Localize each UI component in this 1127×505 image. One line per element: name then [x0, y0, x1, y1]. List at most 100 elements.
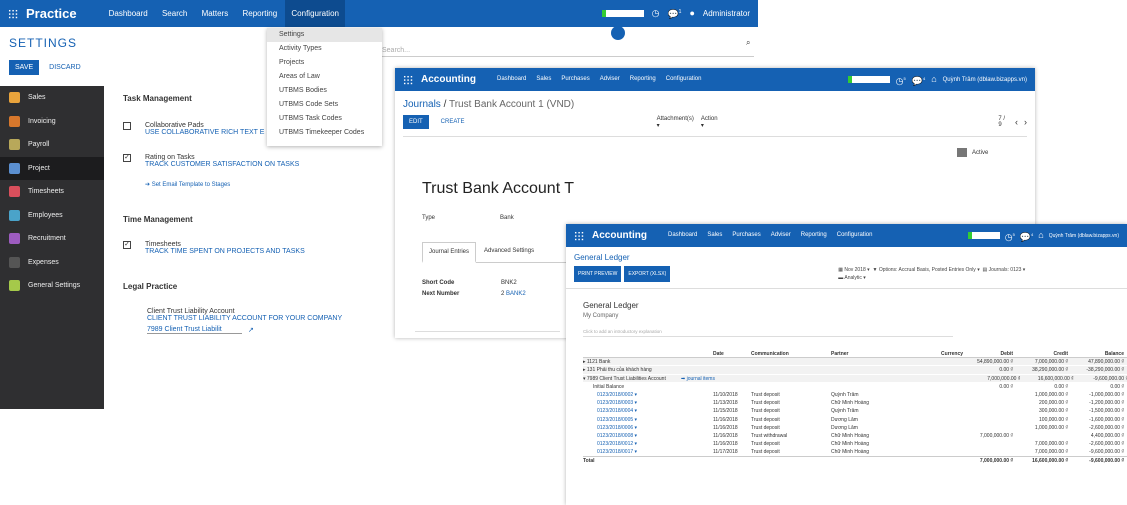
chat-icon[interactable]: 💬4	[1020, 230, 1033, 242]
tab-journal-entries[interactable]: Journal Entries	[422, 242, 477, 263]
chat-icon[interactable]: 💬4	[912, 74, 925, 86]
table-row[interactable]: 0123/2018/0002 ▾ 11/10/2018 Trust deposit Q…	[583, 391, 1127, 399]
menu-item-utbms-timekeeper-codes[interactable]: UTBMS Timekeeper Codes	[267, 126, 382, 140]
nav-matters[interactable]: Matters	[196, 0, 235, 27]
email-template-link[interactable]: ➔ Set Email Template to Stages	[145, 181, 299, 188]
menu-item-activity-types[interactable]: Activity Types	[267, 42, 382, 56]
table-cell: 7,000,000.00 ₫	[987, 375, 1021, 382]
chat-icon[interactable]: 💬1	[667, 8, 681, 19]
edit-button[interactable]: EDIT	[403, 115, 429, 129]
nav-purchases[interactable]: Purchases	[556, 68, 594, 91]
menu-item-areas-of-law[interactable]: Areas of Law	[267, 70, 382, 84]
next-number-link[interactable]: BANK2	[506, 291, 526, 297]
menu-item-settings[interactable]: Settings	[267, 28, 382, 42]
sidebar-item-recruitment[interactable]: Recruitment	[0, 227, 104, 251]
nav-configuration[interactable]: Configuration	[661, 68, 707, 91]
user-name[interactable]: Quỳnh Trâm (dblaw.bizapps.vn)	[943, 77, 1027, 83]
sidebar-item-sales[interactable]: Sales	[0, 86, 104, 110]
table-cell: Initial Balance	[593, 383, 625, 390]
menu-item-utbms-task-codes[interactable]: UTBMS Task Codes	[267, 112, 382, 126]
sidebar-item-invoicing[interactable]: Invoicing	[0, 110, 104, 134]
active-toggle[interactable]: Active	[972, 150, 988, 156]
sidebar-item-general-settings[interactable]: General Settings	[0, 274, 104, 298]
table-cell	[751, 383, 831, 391]
table-row[interactable]: 0123/2018/0003 ▾ 11/13/2018 Trust deposit C…	[583, 399, 1127, 407]
nav-dashboard[interactable]: Dashboard	[492, 68, 531, 91]
table-row[interactable]: 0123/2018/0017 ▾ 11/17/2018 Trust deposit C…	[583, 448, 1127, 456]
save-button[interactable]: SAVE	[9, 60, 40, 75]
attachments-menu[interactable]: Attachment(s) ▾	[657, 116, 695, 129]
sidebar-item-employees[interactable]: Employees	[0, 204, 104, 228]
collab-checkbox[interactable]	[123, 122, 131, 130]
nav-sales[interactable]: Sales	[702, 224, 727, 247]
table-row[interactable]: Total 7,000,000.00 ₫ 16,600,000.00 ₫ -9,600…	[583, 456, 1127, 464]
options-filter[interactable]: Options: Accrual Basis, Posted Entries O…	[879, 267, 980, 273]
table-row[interactable]: 0123/2018/0008 ▾ 11/16/2018 Trust withdraw…	[583, 432, 1127, 440]
ctla-title: Client Trust Liability Account	[147, 308, 235, 315]
export-xlsx-button[interactable]: EXPORT (XLSX)	[624, 266, 671, 282]
table-row[interactable]: 0123/2018/0005 ▾ 11/16/2018 Trust deposit D…	[583, 416, 1127, 424]
menu-item-utbms-bodies[interactable]: UTBMS Bodies	[267, 84, 382, 98]
nav-reporting[interactable]: Reporting	[796, 224, 832, 247]
search-icon[interactable]: ⌕	[746, 38, 750, 48]
table-row[interactable]: ▸ 131 Phải thu của khách hàng 0.00 ₫ 38,29…	[583, 366, 1127, 375]
nav-purchases[interactable]: Purchases	[727, 224, 765, 247]
print-preview-button[interactable]: PRINT PREVIEW	[574, 266, 622, 282]
menu-item-projects[interactable]: Projects	[267, 56, 382, 70]
search-input[interactable]: Search...	[382, 47, 754, 57]
rating-subtitle: TRACK CUSTOMER SATISFACTION ON TASKS	[145, 161, 300, 168]
nav-sales[interactable]: Sales	[531, 68, 556, 91]
table-row[interactable]: Initial Balance 0.00 ₫ 0.00 ₫ 0.00 ₫	[583, 383, 1127, 391]
timesheets-checkbox[interactable]: ✓	[123, 241, 131, 249]
discard-button[interactable]: DISCARD	[43, 60, 87, 75]
rating-checkbox[interactable]: ✓	[123, 154, 131, 162]
nav-configuration[interactable]: Configuration	[285, 0, 345, 27]
table-row[interactable]: ▸ 1121 Bank 54,890,000.00 ₫ 7,000,000.00 ₫…	[583, 358, 1127, 367]
nav-adviser[interactable]: Adviser	[766, 224, 796, 247]
table-row[interactable]: 0123/2018/0006 ▾ 11/16/2018 Trust deposit D…	[583, 424, 1127, 432]
analytic-filter[interactable]: Analytic ▾	[844, 275, 865, 281]
table-row[interactable]: ▾ 7989 Client Trust Liabilities Account ➡…	[583, 374, 1127, 383]
invoicing-icon	[9, 115, 20, 127]
home-icon[interactable]: ⌂	[1038, 231, 1043, 240]
intro-input[interactable]: Click to add an introductory explanation	[583, 329, 953, 337]
chevron-right-icon[interactable]: ›	[1024, 117, 1027, 127]
nav-dashboard[interactable]: Dashboard	[663, 224, 702, 247]
clock-icon[interactable]: ◷	[652, 9, 660, 18]
sidebar-item-timesheets[interactable]: Timesheets	[0, 180, 104, 204]
tab-advanced-settings[interactable]: Advanced Settings	[476, 242, 542, 262]
journals-filter[interactable]: Journals: 0123 ▾	[989, 267, 1026, 273]
external-link-icon[interactable]: ↗	[248, 326, 254, 334]
table-row[interactable]: 0123/2018/0004 ▾ 11/15/2018 Trust deposit Q…	[583, 407, 1127, 415]
table-cell: 1,000,000.00 ₫	[1034, 391, 1068, 398]
chevron-left-icon[interactable]: ‹	[1015, 117, 1018, 127]
user-name[interactable]: Quỳnh Trâm (dblaw.bizapps.vn)	[1049, 233, 1119, 239]
archive-icon[interactable]	[957, 148, 967, 157]
sidebar-item-payroll[interactable]: Payroll	[0, 133, 104, 157]
avatar[interactable]: ●	[689, 9, 694, 18]
action-menu[interactable]: Action ▾	[701, 116, 720, 129]
apps-grid-icon[interactable]	[8, 8, 18, 19]
ctla-select[interactable]: 7989 Client Trust Liabilit	[147, 326, 242, 334]
table-row[interactable]: 0123/2018/0012 ▾ 11/16/2018 Trust deposit C…	[583, 440, 1127, 448]
nav-search[interactable]: Search	[156, 0, 193, 27]
create-button[interactable]: CREATE	[435, 115, 471, 129]
table-cell	[751, 358, 831, 365]
clock-icon[interactable]: ◷5	[1005, 230, 1015, 242]
breadcrumb-journals[interactable]: Journals	[403, 99, 441, 110]
user-name[interactable]: Administrator	[703, 9, 750, 18]
journal-items-link[interactable]: ➡ journal items	[681, 375, 729, 382]
nav-dashboard[interactable]: Dashboard	[103, 0, 154, 27]
nav-reporting[interactable]: Reporting	[236, 0, 283, 27]
apps-grid-icon[interactable]	[574, 230, 584, 241]
date-filter[interactable]: Nov 2018 ▾	[844, 267, 869, 273]
clock-icon[interactable]: ◷5	[896, 74, 906, 86]
home-icon[interactable]: ⌂	[931, 75, 936, 84]
sidebar-item-project[interactable]: Project	[0, 156, 104, 180]
apps-grid-icon[interactable]	[403, 74, 413, 85]
nav-adviser[interactable]: Adviser	[595, 68, 625, 91]
nav-configuration[interactable]: Configuration	[832, 224, 878, 247]
sidebar-item-expenses[interactable]: Expenses	[0, 251, 104, 275]
nav-reporting[interactable]: Reporting	[625, 68, 661, 91]
menu-item-utbms-code-sets[interactable]: UTBMS Code Sets	[267, 98, 382, 112]
